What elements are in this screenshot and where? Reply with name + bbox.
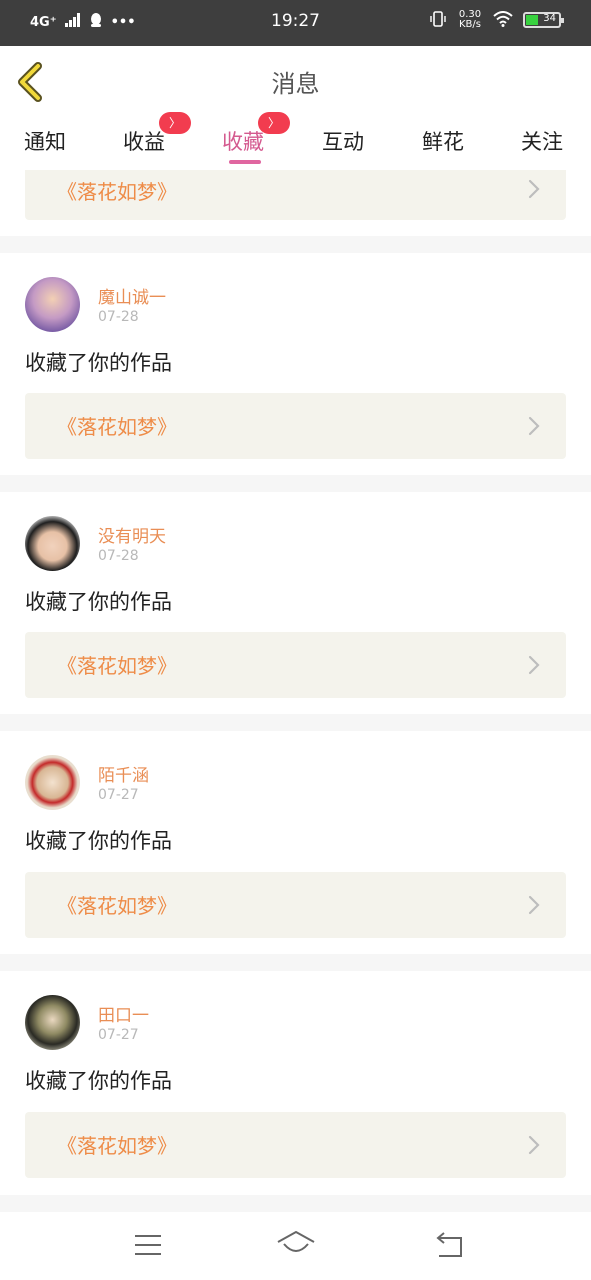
home-icon	[277, 1231, 315, 1252]
battery-icon: 34	[523, 12, 564, 28]
chevron-right-icon	[528, 416, 540, 436]
message-text: 收藏了你的作品	[25, 351, 172, 375]
tab-bar: 通知 收益 〉 收藏 〉 互动 鲜花 关注	[0, 112, 591, 168]
divider	[0, 1195, 591, 1212]
work-link[interactable]: 《落花如梦》	[25, 170, 566, 220]
list-item: 魔山诚一 07-28 收藏了你的作品 《落花如梦》	[0, 253, 591, 475]
chevron-right-icon	[528, 179, 540, 199]
avatar[interactable]	[25, 755, 80, 810]
menu-icon	[135, 1235, 161, 1255]
battery-level: 34	[543, 13, 556, 24]
back-nav-button[interactable]	[430, 1228, 470, 1264]
work-link[interactable]: 《落花如梦》	[25, 1112, 566, 1178]
chevron-right-icon	[528, 1135, 540, 1155]
message-date: 07-28	[98, 309, 139, 325]
tab-favorites[interactable]: 收藏 〉	[222, 112, 290, 156]
tab-following[interactable]: 关注	[521, 126, 563, 156]
work-title: 《落花如梦》	[57, 415, 177, 439]
username[interactable]: 魔山诚一	[98, 283, 166, 308]
return-icon	[436, 1232, 462, 1257]
work-title: 《落花如梦》	[57, 180, 177, 204]
avatar[interactable]	[25, 277, 80, 332]
chevron-right-icon	[528, 655, 540, 675]
message-text: 收藏了你的作品	[25, 590, 172, 614]
divider	[0, 236, 591, 253]
list-item: 陌千涵 07-27 收藏了你的作品 《落花如梦》	[0, 731, 591, 953]
avatar[interactable]	[25, 516, 80, 571]
work-title: 《落花如梦》	[57, 654, 177, 678]
page-title: 消息	[271, 70, 320, 98]
active-tab-indicator	[229, 160, 261, 164]
work-link[interactable]: 《落花如梦》	[25, 393, 566, 459]
message-text: 收藏了你的作品	[25, 829, 172, 853]
message-date: 07-27	[98, 1027, 139, 1043]
tab-label: 互动	[322, 130, 364, 154]
tab-label: 鲜花	[422, 130, 464, 154]
header: 消息	[0, 46, 591, 119]
tab-label: 通知	[24, 130, 66, 154]
message-date: 07-27	[98, 787, 139, 803]
tab-earnings[interactable]: 收益 〉	[123, 112, 191, 156]
wifi-icon	[493, 10, 513, 30]
menu-button[interactable]	[128, 1228, 168, 1264]
tab-label: 收益	[123, 130, 165, 154]
message-date: 07-28	[98, 548, 139, 564]
avatar[interactable]	[25, 995, 80, 1050]
work-link[interactable]: 《落花如梦》	[25, 872, 566, 938]
divider	[0, 714, 591, 731]
tab-notifications[interactable]: 通知	[24, 126, 66, 156]
home-button[interactable]	[276, 1228, 316, 1264]
username[interactable]: 田口一	[98, 1001, 149, 1026]
tab-flowers[interactable]: 鲜花	[422, 126, 464, 156]
system-navigation-bar	[0, 1212, 591, 1280]
vibrate-icon	[429, 10, 447, 30]
list-item: 没有明天 07-28 收藏了你的作品 《落花如梦》	[0, 492, 591, 714]
work-link[interactable]: 《落花如梦》	[25, 632, 566, 698]
notification-badge: 〉	[159, 112, 191, 134]
work-title: 《落花如梦》	[57, 1134, 177, 1158]
username[interactable]: 没有明天	[98, 522, 166, 547]
divider	[0, 475, 591, 492]
tab-label: 收藏	[222, 130, 264, 154]
list-item: 田口一 07-27 收藏了你的作品 《落花如梦》	[0, 971, 591, 1195]
tab-interactions[interactable]: 互动	[322, 126, 364, 156]
username[interactable]: 陌千涵	[98, 761, 149, 786]
message-text: 收藏了你的作品	[25, 1069, 172, 1093]
chevron-right-icon	[528, 895, 540, 915]
tab-label: 关注	[521, 130, 563, 154]
status-bar: 4G⁺ ••• 19:27 0.30 KB/s 34	[0, 0, 591, 46]
notification-badge: 〉	[258, 112, 290, 134]
network-speed: 0.30 KB/s	[458, 9, 482, 30]
divider	[0, 954, 591, 971]
work-title: 《落花如梦》	[57, 894, 177, 918]
